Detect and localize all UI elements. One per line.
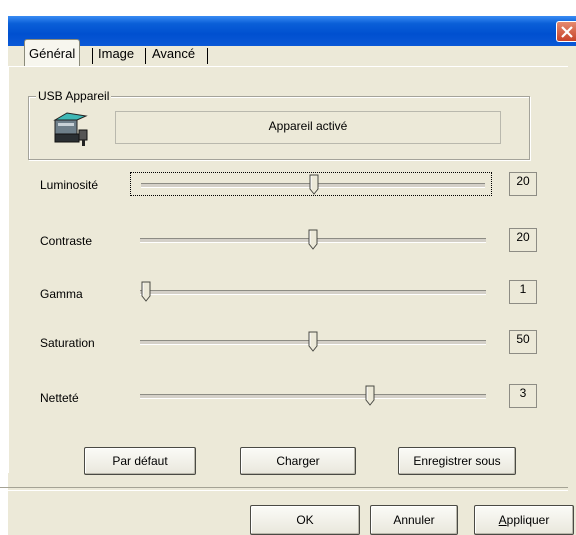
apply-button[interactable]: Appliquer <box>474 505 574 535</box>
tab-advanced[interactable]: Avancé <box>148 42 199 66</box>
contrast-value: 20 <box>509 228 537 252</box>
close-button[interactable] <box>556 21 576 42</box>
saturation-value: 50 <box>509 330 537 354</box>
scanner-device-icon <box>52 112 92 151</box>
slider-track <box>140 290 486 295</box>
brightness-value: 20 <box>509 172 537 196</box>
saturation-slider[interactable] <box>130 330 492 354</box>
apply-hotkey-letter: A <box>498 513 507 527</box>
sharpness-slider[interactable] <box>130 384 492 408</box>
tab-separator <box>92 48 93 64</box>
device-status: Appareil activé <box>115 111 501 144</box>
default-button[interactable]: Par défaut <box>84 447 196 475</box>
tab-separator <box>145 48 146 64</box>
cancel-button[interactable]: Annuler <box>370 505 458 535</box>
tab-separator <box>207 48 208 64</box>
slider-thumb[interactable] <box>308 331 318 352</box>
apply-label-rest: ppliquer <box>506 513 550 527</box>
save-as-button[interactable]: Enregistrer sous <box>398 447 516 475</box>
saturation-label: Saturation <box>40 336 95 350</box>
load-button[interactable]: Charger <box>240 447 356 475</box>
sharpness-label: Netteté <box>40 391 79 405</box>
brightness-slider[interactable] <box>130 172 492 196</box>
gamma-label: Gamma <box>40 287 83 301</box>
tab-image[interactable]: Image <box>94 42 138 66</box>
ok-button[interactable]: OK <box>250 505 360 535</box>
slider-track <box>140 394 486 399</box>
slider-thumb[interactable] <box>141 281 151 302</box>
slider-thumb[interactable] <box>309 174 319 195</box>
device-group-label: USB Appareil <box>36 89 112 103</box>
contrast-slider[interactable] <box>130 228 492 252</box>
tab-general[interactable]: Général <box>24 39 81 67</box>
slider-thumb[interactable] <box>308 229 318 250</box>
sharpness-value: 3 <box>509 384 537 408</box>
slider-thumb[interactable] <box>365 385 375 406</box>
footer-divider <box>0 487 568 491</box>
contrast-label: Contraste <box>40 234 93 248</box>
brightness-label: Luminosité <box>40 178 99 192</box>
gamma-slider[interactable] <box>130 280 492 304</box>
gamma-value: 1 <box>509 280 537 304</box>
close-icon <box>561 26 573 38</box>
